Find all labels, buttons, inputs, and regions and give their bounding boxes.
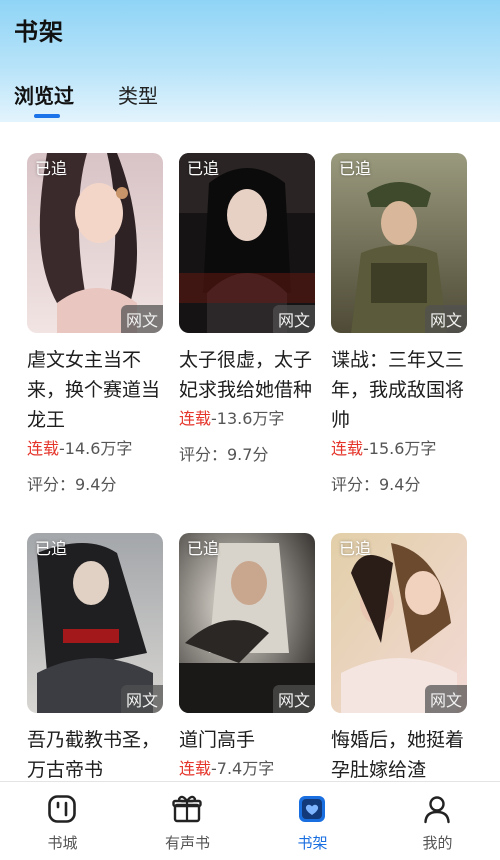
nav-label: 我的 [422, 834, 453, 852]
book-rating: 评分：9.4分 [331, 475, 421, 494]
user-icon [422, 794, 452, 824]
tab-genre[interactable]: 类型 [118, 80, 158, 109]
tab-history[interactable]: 浏览过 [14, 80, 74, 109]
word-count: -14.6万字 [59, 439, 133, 458]
book-cover[interactable]: 已追 网文 [331, 153, 467, 333]
word-count: -13.6万字 [211, 409, 285, 428]
followed-badge: 已追 [187, 539, 220, 558]
book-meta: 连载-14.6万字 [27, 437, 163, 461]
status-label: 连载 [179, 759, 212, 778]
book-cover[interactable]: 已追 网文 [179, 153, 315, 333]
status-label: 连载 [179, 409, 212, 428]
book-title[interactable]: 太子很虚，太子妃求我给她借种 [179, 345, 315, 405]
book-card[interactable]: 已追 网文 吾乃截教书圣，万古帝书 [27, 533, 163, 782]
gift-box-icon [172, 794, 202, 824]
source-badge: 网文 [424, 305, 467, 333]
source-badge: 网文 [272, 685, 315, 713]
followed-badge: 已追 [187, 159, 220, 178]
book-card[interactable]: 已追 网文 道门高手 连载-7.4万字 [179, 533, 315, 781]
followed-badge: 已追 [35, 159, 68, 178]
book-cover[interactable]: 已追 网文 [179, 533, 315, 713]
source-badge: 网文 [120, 305, 163, 333]
book-title[interactable]: 吾乃截教书圣，万古帝书 [27, 725, 163, 782]
book-cover[interactable]: 已追 网文 [27, 153, 163, 333]
nav-audiobook[interactable]: 有声书 [125, 782, 250, 860]
bookstore-icon [47, 794, 77, 824]
nav-bookshelf[interactable]: 书架 [250, 782, 375, 860]
book-rating: 评分：9.4分 [27, 475, 117, 494]
book-meta: 连载-7.4万字 [179, 757, 315, 781]
source-badge: 网文 [120, 685, 163, 713]
status-label: 连载 [331, 439, 364, 458]
nav-bookstore[interactable]: 书城 [0, 782, 125, 860]
followed-badge: 已追 [339, 159, 372, 178]
book-title[interactable]: 悔婚后，她挺着孕肚嫁给渣 [331, 725, 467, 782]
book-cover[interactable]: 已追 网文 [27, 533, 163, 713]
book-meta: 连载-13.6万字 [179, 407, 315, 431]
word-count: -7.4万字 [211, 759, 275, 778]
bottom-nav: 书城 有声书 书架 我的 [0, 782, 500, 860]
bookshelf-heart-icon [297, 794, 327, 824]
nav-profile[interactable]: 我的 [375, 782, 500, 860]
source-badge: 网文 [424, 685, 467, 713]
source-badge: 网文 [272, 305, 315, 333]
status-label: 连载 [27, 439, 60, 458]
nav-label: 书架 [297, 834, 328, 852]
bookshelf-grid: 已追 网文 虐文女主当不来，换个赛道当龙王 连载-14.6万字 评分：9.4分 … [0, 122, 500, 782]
nav-label: 有声书 [164, 834, 210, 852]
book-rating: 评分：9.7分 [179, 445, 269, 464]
book-title[interactable]: 道门高手 [179, 725, 315, 755]
followed-badge: 已追 [35, 539, 68, 558]
followed-badge: 已追 [339, 539, 372, 558]
book-card[interactable]: 已追 网文 悔婚后，她挺着孕肚嫁给渣 [331, 533, 467, 782]
book-card[interactable]: 已追 网文 虐文女主当不来，换个赛道当龙王 连载-14.6万字 评分：9.4分 [27, 153, 163, 497]
header: 书架 浏览过 类型 [0, 0, 500, 122]
nav-label: 书城 [47, 834, 78, 852]
book-cover[interactable]: 已追 网文 [331, 533, 467, 713]
book-title[interactable]: 谍战：三年又三年，我成敌国将帅 [331, 345, 467, 435]
page-title: 书架 [14, 18, 64, 46]
book-card[interactable]: 已追 网文 谍战：三年又三年，我成敌国将帅 连载-15.6万字 评分：9.4分 [331, 153, 467, 497]
book-card[interactable]: 已追 网文 太子很虚，太子妃求我给她借种 连载-13.6万字 评分：9.7分 [179, 153, 315, 467]
active-tab-indicator [34, 114, 60, 118]
word-count: -15.6万字 [363, 439, 437, 458]
book-title[interactable]: 虐文女主当不来，换个赛道当龙王 [27, 345, 163, 435]
book-meta: 连载-15.6万字 [331, 437, 467, 461]
